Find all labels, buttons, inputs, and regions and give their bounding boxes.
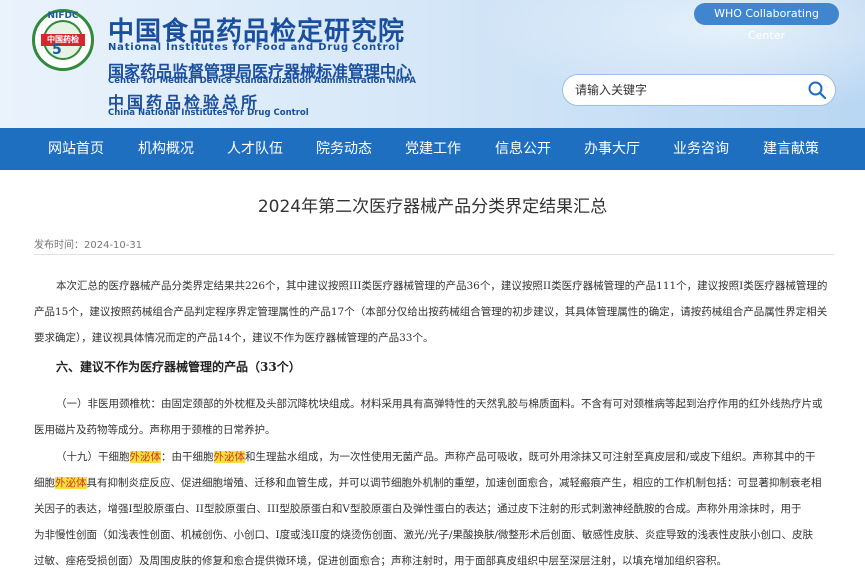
item19-text: 和生理盐水组成，为一次性使用无菌产品。声称产品可吸收，既可外用涂抹又可注射至真皮… bbox=[245, 451, 816, 463]
item19-line1: （十九）干细胞外泌体：由干细胞外泌体和生理盐水组成，为一次性使用无菌产品。声称产… bbox=[56, 447, 834, 467]
item19-line4: 为非慢性创面（如浅表性创面、机械创伤、小创口、I度或浅II度的烧烫伤创面、激光/… bbox=[34, 529, 814, 541]
who-collaborating-center-button[interactable]: WHO Collaborating Center bbox=[694, 3, 839, 42]
logo-band: 中国药检 bbox=[41, 34, 85, 46]
article-title: 2024年第二次医疗器械产品分类界定结果汇总 bbox=[257, 197, 608, 217]
highlight-keyword: 外泌体 bbox=[129, 451, 161, 463]
nav-item-disclosure[interactable]: 信息公开 bbox=[495, 128, 551, 170]
item19-line3: 关因子的表达，增强I型胶原蛋白、II型胶原蛋白、III型胶原蛋白和V型胶原蛋白及… bbox=[34, 503, 802, 515]
org-name-en: National Institutes for Food and Drug Co… bbox=[108, 42, 401, 53]
search-icon[interactable] bbox=[807, 80, 827, 100]
nav-item-services[interactable]: 办事大厅 bbox=[584, 128, 640, 170]
nav-item-consult[interactable]: 业务咨询 bbox=[673, 128, 729, 170]
item19-text: ：由干细胞 bbox=[161, 451, 214, 463]
search-box bbox=[562, 74, 836, 106]
site-header: NIFDC 中国药检 5 中国食品药品检定研究院 National Instit… bbox=[0, 0, 865, 128]
item19-line2: 细胞外泌体具有抑制炎症反应、促进细胞增殖、迁移和血管生成，并可以调节细胞外机制的… bbox=[34, 473, 834, 493]
item19-line5: 过敏、痤疮受损创面）及周围皮肤的修复和愈合提供微环境，促进创面愈合；声称注射时，… bbox=[34, 555, 727, 567]
nav-item-news[interactable]: 院务动态 bbox=[316, 128, 372, 170]
intro-paragraph-line3: 要求确定），建议视具体情况而定的产品14个，建议不作为医疗器械管理的产品33个。 bbox=[34, 332, 434, 344]
main-nav: 网站首页 机构概况 人才队伍 院务动态 党建工作 信息公开 办事大厅 业务咨询 … bbox=[0, 128, 865, 170]
item1-line1: （一）非医用颈椎枕：由固定颈部的外枕框及头部沉降枕块组成。材料采用具有高弹特性的… bbox=[56, 398, 823, 410]
item19-text: 细胞 bbox=[34, 477, 55, 489]
intro-paragraph-line1: 本次汇总的医疗器械产品分类界定结果共226个，其中建议按照III类医疗器械管理的… bbox=[56, 280, 828, 292]
nifdc-logo[interactable]: NIFDC 中国药检 5 bbox=[32, 9, 94, 71]
nav-item-talent[interactable]: 人才队伍 bbox=[227, 128, 283, 170]
nav-item-party[interactable]: 党建工作 bbox=[405, 128, 461, 170]
logo-numeral: 5 bbox=[52, 42, 62, 58]
item19-text: 具有抑制炎症反应、促进细胞增殖、迁移和血管生成，并可以调节细胞外机制的重塑，加速… bbox=[86, 477, 822, 489]
highlight-keyword: 外泌体 bbox=[213, 451, 245, 463]
section-heading: 六、建议不作为医疗器械管理的产品（33个） bbox=[56, 360, 301, 374]
nav-item-home[interactable]: 网站首页 bbox=[48, 128, 104, 170]
org2-name-en: Center for Medical Device Standardizatio… bbox=[108, 76, 416, 86]
search-input[interactable] bbox=[575, 75, 795, 105]
nav-item-suggestions[interactable]: 建言献策 bbox=[763, 128, 819, 170]
title-divider bbox=[34, 254, 834, 255]
highlight-keyword: 外泌体 bbox=[55, 477, 87, 489]
org3-name-en: China National Institutes for Drug Contr… bbox=[108, 108, 309, 118]
nav-item-about[interactable]: 机构概况 bbox=[138, 128, 194, 170]
item19-text: （十九）干细胞 bbox=[56, 451, 130, 463]
intro-paragraph-line2: 产品15个，建议按照药械组合产品判定程序界定管理属性的产品17个（本部分仅给出按… bbox=[34, 306, 828, 318]
publish-date: 发布时间：2024-10-31 bbox=[34, 240, 143, 251]
item1-line2: 医用磁片及药物等成分。声称用于颈椎的日常养护。 bbox=[34, 424, 276, 436]
